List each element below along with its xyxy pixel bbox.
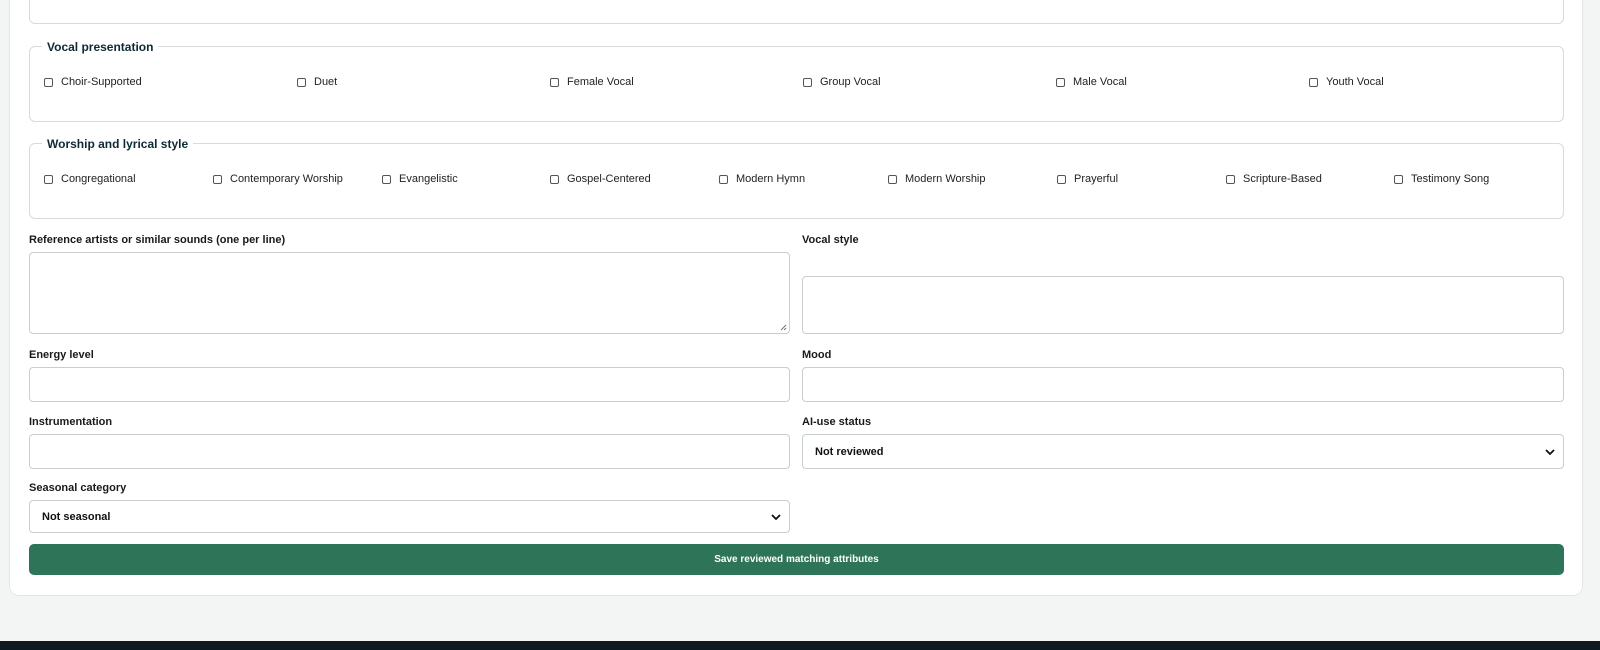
option-modern-hymn[interactable]: Modern Hymn [719,172,805,186]
previous-fieldset [29,0,1564,24]
ai-use-status-value: Not reviewed [815,445,884,458]
checkbox[interactable] [1309,77,1318,87]
option-modern-worship[interactable]: Modern Worship [888,172,986,186]
instrumentation-field[interactable] [29,434,790,469]
option-scripture-based[interactable]: Scripture-Based [1226,172,1322,186]
vocal-presentation-group: Vocal presentation Choir-Supported Duet … [29,39,1564,122]
checkbox[interactable] [213,174,222,184]
ai-use-status-label: AI-use status [802,416,872,428]
save-attributes-button[interactable]: Save reviewed matching attributes [29,544,1564,575]
option-testimony-song[interactable]: Testimony Song [1394,172,1489,186]
checkbox[interactable] [1057,174,1066,184]
checkbox[interactable] [44,77,53,87]
option-male-vocal[interactable]: Male Vocal [1056,75,1127,89]
mood-field[interactable] [802,367,1564,402]
option-female-vocal[interactable]: Female Vocal [550,75,634,89]
energy-level-label: Energy level [29,349,94,361]
checkbox[interactable] [382,174,391,184]
energy-level-field[interactable] [29,367,790,402]
vocal-style-label: Vocal style [802,234,859,246]
option-congregational[interactable]: Congregational [44,172,136,186]
option-evangelistic[interactable]: Evangelistic [382,172,458,186]
option-gospel-centered[interactable]: Gospel-Centered [550,172,651,186]
checkbox[interactable] [1056,77,1065,87]
checkbox[interactable] [550,174,559,184]
checkbox[interactable] [1226,174,1235,184]
resize-handle-icon[interactable] [779,323,787,331]
seasonal-category-label: Seasonal category [29,482,127,494]
vocal-style-field[interactable] [802,276,1564,334]
option-prayerful[interactable]: Prayerful [1057,172,1118,186]
checkbox[interactable] [719,174,728,184]
checkbox[interactable] [550,77,559,87]
footer-bar [0,641,1600,650]
checkbox[interactable] [803,77,812,87]
option-contemporary-worship[interactable]: Contemporary Worship [213,172,343,186]
mood-label: Mood [802,349,832,361]
reference-artists-label: Reference artists or similar sounds (one… [29,234,286,246]
worship-style-legend: Worship and lyrical style [42,136,194,152]
checkbox[interactable] [44,174,53,184]
option-youth-vocal[interactable]: Youth Vocal [1309,75,1384,89]
instrumentation-label: Instrumentation [29,416,113,428]
reference-artists-textarea[interactable] [29,252,790,334]
vocal-presentation-legend: Vocal presentation [42,39,159,55]
ai-use-status-select[interactable]: Not reviewed [802,434,1564,469]
seasonal-category-select[interactable]: Not seasonal [29,500,790,533]
checkbox[interactable] [888,174,897,184]
checkbox[interactable] [1394,174,1403,184]
chevron-down-icon [1545,448,1555,455]
option-duet[interactable]: Duet [297,75,337,89]
option-group-vocal[interactable]: Group Vocal [803,75,881,89]
checkbox[interactable] [297,77,306,87]
chevron-down-icon [771,513,781,520]
worship-style-group: Worship and lyrical style Congregational… [29,136,1564,219]
option-choir-supported[interactable]: Choir-Supported [44,75,142,89]
seasonal-category-value: Not seasonal [42,510,111,523]
